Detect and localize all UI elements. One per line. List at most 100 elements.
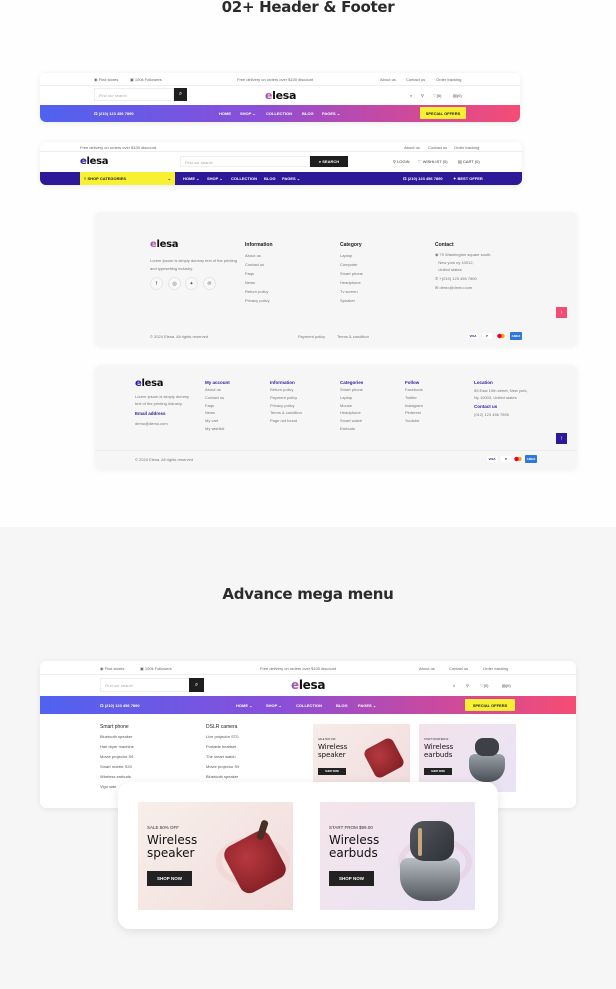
list-item[interactable]: Facebook [405,386,423,394]
email-address[interactable]: demo@demo.com [135,419,168,428]
list-item[interactable]: Computer [340,260,363,269]
followers-link[interactable]: ▣ 100k Followers [140,666,172,671]
list-item[interactable]: Speaker [340,296,363,305]
list-item[interactable]: Bluetooth speaker [206,772,239,782]
contact-email[interactable]: ✉ demo@demo.com [435,283,525,292]
nav-pages[interactable]: PAGES ⌄ [322,111,340,116]
logo[interactable]: elesa [291,678,325,692]
list-item[interactable]: Wireless earbuds [100,772,134,782]
list-item[interactable]: Pinterest [405,409,423,417]
list-item[interactable]: Tv screen [340,287,363,296]
contact-phone[interactable]: (012) 123 456 7890 [474,410,528,419]
contact-link[interactable]: Contact us [449,666,468,671]
list-item[interactable]: Bluetooth speaker [100,732,134,742]
promo-card-earbuds[interactable]: START FROM $99.00 Wireless earbuds SHOP N… [320,802,475,910]
login-link[interactable]: ⚲ LOGIN [393,159,410,164]
find-stores-link[interactable]: ◉ Find stores [100,666,124,671]
list-item[interactable]: Page not found [270,417,302,425]
about-link[interactable]: About us [380,77,396,82]
list-item[interactable]: Privacy policy [245,296,273,305]
nav-home[interactable]: HOME ⌄ [183,176,199,181]
back-to-top-button[interactable]: ↑ [556,433,567,444]
search-input[interactable]: Find our search [100,678,190,692]
list-item[interactable]: Earbuds [340,425,363,433]
special-offers-button[interactable]: SPECIAL OFFERS [465,699,515,711]
phone-link[interactable]: ☊ (210) 123 456 7890 [100,703,140,708]
nav-home[interactable]: HOME ⌄ [236,703,252,708]
order-tracking-link[interactable]: Order tracking [436,77,461,82]
list-item[interactable]: News [205,409,230,417]
nav-shop[interactable]: SHOP ⌄ [207,176,223,181]
list-item[interactable]: Twitter [405,394,423,402]
list-item[interactable]: Movie projector S9 [206,762,239,772]
search-button[interactable]: ⌕ [174,88,187,101]
wishlist-button[interactable]: ♡(0) [433,93,441,98]
list-item[interactable]: Smart phone [340,386,363,394]
list-item[interactable]: Smart watch [340,417,363,425]
followers-link[interactable]: ▣ 100k Followers [130,77,162,82]
list-item[interactable]: Youtube [405,417,423,425]
list-item[interactable]: Mouse [340,402,363,410]
list-item[interactable]: Contact us [205,394,230,402]
nav-collection[interactable]: COLLECTION [231,176,257,181]
about-link[interactable]: About us [404,145,420,150]
order-tracking-link[interactable]: Order tracking [483,666,508,671]
nav-pages[interactable]: PAGES ⌄ [358,703,376,708]
shop-now-button[interactable]: SHOP NOW [147,871,192,886]
list-item[interactable]: Laptop [340,251,363,260]
list-item[interactable]: Privacy policy [270,402,302,410]
cart-button[interactable]: ▤(0) [453,93,462,98]
about-link[interactable]: About us [419,666,435,671]
search-input[interactable]: Find our search [180,156,310,167]
list-item[interactable]: Return policy [270,386,302,394]
order-tracking-link[interactable]: Order tracking [454,145,479,150]
wishlist-button[interactable]: ♡(0) [480,683,488,688]
contact-link[interactable]: Contact us [428,145,447,150]
promo-card-speaker[interactable]: SALE 50% OFF Wireless speaker SHOP NOW [138,802,293,910]
nav-collection[interactable]: COLLECTION [266,111,292,116]
nav-pages[interactable]: PAGES ⌄ [282,176,300,181]
cart-button[interactable]: ▤(0) [502,683,511,688]
list-item[interactable]: Headphone [340,278,363,287]
list-item[interactable]: My cart [205,417,230,425]
back-to-top-button[interactable]: ↑ [556,307,567,318]
list-item[interactable]: News [245,278,273,287]
search-icon[interactable]: ⌕ [410,93,412,98]
best-offer-link[interactable]: ✦ BEST OFFER [453,176,483,181]
list-item[interactable]: Terms & condition [270,409,302,417]
list-item[interactable]: My wishlist [205,425,230,433]
list-item[interactable]: Contact us [245,260,273,269]
footer-logo[interactable]: elesa [150,239,178,250]
list-item[interactable]: Hair dryer machine [100,742,134,752]
list-item[interactable]: Instagram [405,402,423,410]
list-item[interactable]: Portable headset [206,742,239,752]
nav-blog[interactable]: BLOG [264,176,276,181]
list-item[interactable]: Faqs [205,402,230,410]
wishlist-link[interactable]: ♡ WISHLIST (0) [418,159,448,164]
nav-blog[interactable]: BLOG [302,111,314,116]
list-item[interactable]: Faqs [245,269,273,278]
list-item[interactable]: Return policy [245,287,273,296]
shop-now-button[interactable]: SHOP NOW [318,768,346,775]
footer-logo[interactable]: elesa [135,378,163,389]
nav-shop[interactable]: SHOP ⌄ [240,111,256,116]
nav-collection[interactable]: COLLECTION [296,703,322,708]
contact-phone[interactable]: ✆ +(210) 123 456 7890 [435,274,525,283]
search-button[interactable]: ⌕ [189,678,204,692]
shop-now-button[interactable]: SHOP NOW [329,871,374,886]
terms-link[interactable]: Terms & condition [337,334,369,339]
list-item[interactable]: About us [245,251,273,260]
instagram-icon[interactable]: ◎ [168,277,181,290]
list-item[interactable]: Smart mobile S20 [100,762,134,772]
nav-blog[interactable]: BLOG [336,703,348,708]
shop-now-button[interactable]: SHOP NOW [424,768,452,775]
list-item[interactable]: Payment policy [270,394,302,402]
user-icon[interactable]: ⚲ [421,93,424,98]
list-item[interactable]: Movie projector S9 [100,752,134,762]
find-stores-link[interactable]: ◉ Find stores [94,77,118,82]
pinterest-icon[interactable]: ℗ [203,277,216,290]
user-icon[interactable]: ⚲ [466,683,469,688]
contact-link[interactable]: Contact us [406,77,425,82]
shop-categories-dropdown[interactable]: ≡ SHOP CATEGORIES ⌄ [80,172,175,185]
search-icon[interactable]: ⌕ [453,683,455,688]
